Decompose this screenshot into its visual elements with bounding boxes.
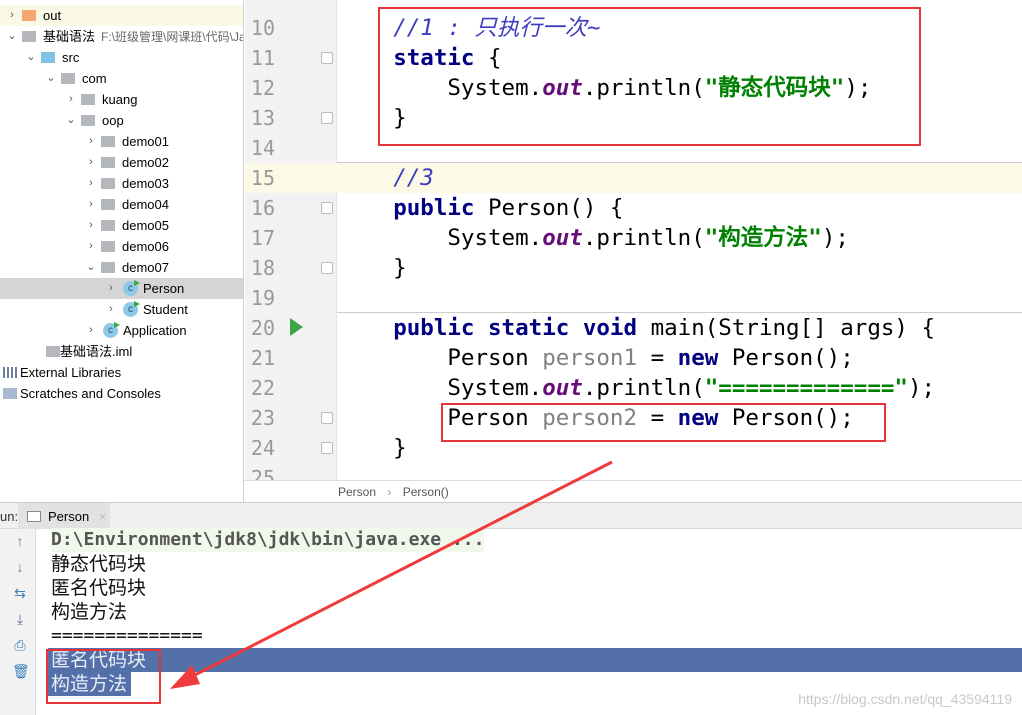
watermark: https://blog.csdn.net/qq_43594119 [798,691,1012,707]
annotation-arrow [170,460,613,689]
